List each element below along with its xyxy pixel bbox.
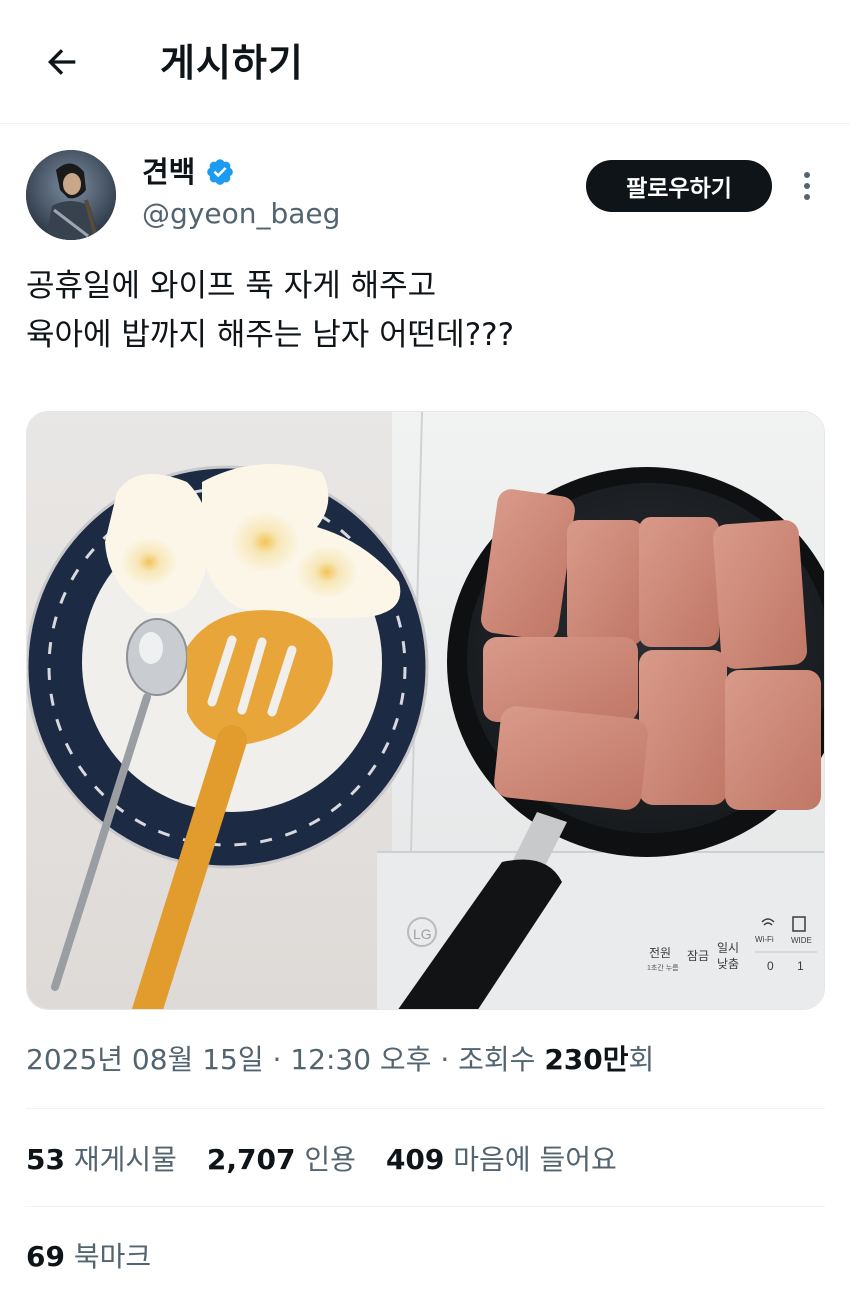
tweet-text-line: 공휴일에 와이프 푹 자게 해주고	[26, 268, 437, 304]
tweet-time[interactable]: 12:30 오후	[290, 1043, 431, 1076]
tweet-text-line: 육아에 밥까지 해주는 남자 어떤데???	[26, 317, 515, 353]
likes-count: 409	[385, 1143, 445, 1176]
tweet-photo[interactable]: LG 전원 1초간 누름 잠금 일시 낮춤 Wi-Fi WIDE 0 1	[26, 411, 825, 1010]
stove-wifi-label: Wi-Fi	[755, 935, 774, 944]
author-handle[interactable]: @gyeon_baeg	[142, 196, 340, 232]
quotes-stat[interactable]: 2,707 인용	[207, 1140, 356, 1180]
reposts-count: 53	[26, 1143, 65, 1176]
avatar[interactable]	[26, 150, 116, 240]
likes-stat[interactable]: 409 마음에 들어요	[386, 1140, 617, 1180]
bookmarks-count: 69	[26, 1240, 65, 1273]
verified-badge-icon	[207, 159, 234, 185]
stove-pause-label: 일시	[717, 941, 739, 955]
page-title: 게시하기	[160, 41, 304, 85]
engagement-stats: 53 재게시물 2,707 인용 409 마음에 들어요	[26, 1140, 647, 1180]
stove-power-label: 전원	[649, 946, 671, 960]
more-dot-icon	[804, 194, 810, 200]
divider	[26, 1108, 825, 1109]
more-dot-icon	[804, 183, 810, 189]
reposts-stat[interactable]: 53 재게시물	[26, 1140, 177, 1180]
arrow-left-icon	[48, 49, 76, 75]
top-bar: 게시하기	[0, 0, 850, 124]
stove-brand: LG	[413, 926, 432, 942]
quotes-count: 2,707	[206, 1143, 296, 1176]
back-button[interactable]	[30, 30, 94, 94]
tweet-text: 공휴일에 와이프 푹 자게 해주고 육아에 밥까지 해주는 남자 어떤데???	[26, 262, 826, 360]
more-options-button[interactable]	[792, 166, 822, 206]
reposts-label: 재게시물	[73, 1143, 177, 1176]
stove-lock-label: 잠금	[687, 949, 709, 963]
bookmarks-stat[interactable]: 69 북마크	[26, 1237, 151, 1277]
stove-one-label: 1	[797, 959, 804, 973]
stove-power-sub: 1초간 누름	[647, 963, 679, 972]
stove-wide-label: WIDE	[791, 936, 812, 945]
views-count: 230만	[544, 1043, 629, 1076]
quotes-label: 인용	[304, 1143, 356, 1176]
tweet-meta: 2025년 08월 15일 · 12:30 오후 · 조회수 230만회	[26, 1040, 654, 1080]
author-display-name[interactable]: 견백	[142, 152, 195, 192]
author-name-row[interactable]: 견백	[142, 152, 235, 192]
tweet-date[interactable]: 2025년 08월 15일	[26, 1043, 264, 1076]
follow-button[interactable]: 팔로우하기	[586, 160, 772, 212]
meta-separator: ·	[431, 1043, 459, 1076]
bookmarks-label: 북마크	[73, 1240, 152, 1273]
likes-label: 마음에 들어요	[453, 1143, 617, 1176]
meta-separator: ·	[263, 1043, 291, 1076]
views-label: 조회수	[458, 1043, 545, 1076]
divider	[26, 1206, 825, 1207]
stove-pause-label-2: 낮춤	[717, 957, 739, 971]
stove-zero-label: 0	[767, 959, 774, 973]
more-dot-icon	[804, 172, 810, 178]
views-suffix: 회	[628, 1043, 655, 1076]
